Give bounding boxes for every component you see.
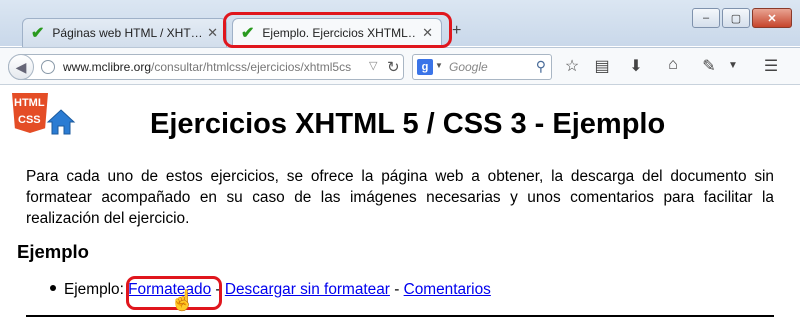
html-css-logo[interactable]: HTML CSS [12, 93, 76, 145]
url-text[interactable]: www.mclibre.org/consultar/htmlcss/ejerci… [63, 60, 363, 74]
hand-cursor-icon: ☝ [170, 290, 195, 312]
back-arrow-icon[interactable]: ◀ [8, 54, 34, 80]
download-icon[interactable]: ⬇ [625, 56, 647, 76]
engine-dropdown-icon[interactable]: ▼ [435, 61, 443, 70]
tab-paginas-web[interactable]: ✔ Páginas web HTML / XHT… ✕ [22, 18, 227, 47]
search-icon[interactable]: ⚲ [536, 58, 546, 75]
intro-paragraph: Para cada uno de estos ejercicios, se of… [26, 168, 774, 227]
navigation-toolbar: ◀ www.mclibre.org/consultar/htmlcss/ejer… [0, 47, 800, 85]
search-bar[interactable]: g ▼ Google ⚲ [412, 54, 552, 80]
page-title: Ejercicios XHTML 5 / CSS 3 - Ejemplo [150, 108, 666, 140]
reload-icon[interactable]: ↻ [387, 58, 400, 76]
download-link[interactable]: Descargar sin formatear [225, 281, 390, 298]
tab-title: Páginas web HTML / XHT… [52, 26, 202, 40]
globe-icon [41, 60, 55, 74]
logo-text-html: HTML [14, 97, 45, 109]
section-heading: Ejemplo [17, 241, 89, 262]
reading-list-icon[interactable]: ▤ [591, 56, 613, 76]
bullet-icon [50, 284, 56, 291]
window-controls: – ▢ ✕ [692, 8, 792, 28]
tab-highlight-annotation [223, 12, 452, 48]
new-tab-icon[interactable]: + [452, 22, 461, 40]
logo-text-css: CSS [18, 114, 41, 126]
minimize-button[interactable]: – [692, 8, 720, 28]
close-tab-icon[interactable]: ✕ [207, 25, 218, 41]
list-item: Ejemplo: Formateado - Descargar sin form… [50, 281, 491, 299]
separator: - [389, 281, 404, 298]
item-prefix: Ejemplo: [64, 281, 129, 298]
maximize-button[interactable]: ▢ [722, 8, 750, 28]
home-icon[interactable]: ⌂ [662, 56, 684, 74]
close-window-button[interactable]: ✕ [752, 8, 792, 28]
chevron-down-icon[interactable]: ▼ [722, 60, 744, 71]
menu-icon[interactable]: ☰ [760, 56, 782, 76]
star-icon[interactable]: ☆ [561, 56, 583, 76]
pen-icon[interactable]: ✎ [698, 56, 720, 76]
search-placeholder[interactable]: Google [449, 60, 488, 74]
google-engine-icon[interactable]: g [417, 59, 433, 75]
checkmark-favicon-icon: ✔ [31, 25, 45, 42]
url-bar[interactable]: ◀ www.mclibre.org/consultar/htmlcss/ejer… [8, 54, 404, 80]
comments-link[interactable]: Comentarios [404, 281, 491, 298]
horizontal-rule [26, 315, 774, 317]
url-dropdown-icon[interactable]: ▽ [369, 59, 377, 72]
house-icon [46, 109, 76, 135]
